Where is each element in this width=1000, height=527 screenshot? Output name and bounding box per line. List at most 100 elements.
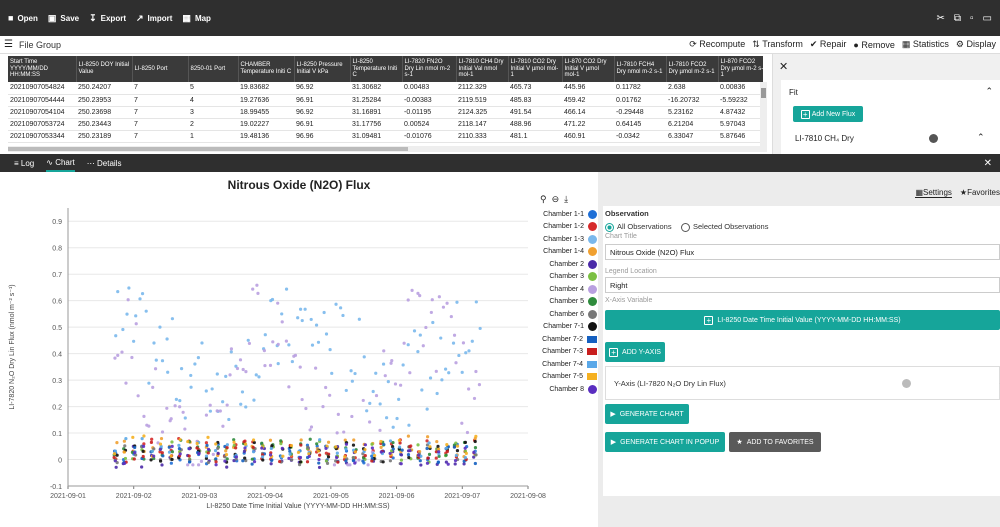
x-axis-variable-button[interactable]: + LI-8250 Date Time Initial Value (YYYY-M…	[605, 310, 1000, 330]
close-icon[interactable]: ✕	[984, 158, 1000, 169]
column-header[interactable]: LI-870 FCO2 Dry µmol m-2 s-1	[718, 56, 763, 82]
column-header[interactable]: LI-8250 Port	[132, 56, 189, 82]
legend-item[interactable]: Chamber 2	[525, 258, 597, 271]
remove-y-axis-icon[interactable]	[902, 379, 911, 388]
search-icon[interactable]: ⚲	[540, 194, 547, 205]
table-cell: 0.64145	[614, 118, 666, 131]
legend-item[interactable]: Chamber 7-3	[525, 346, 597, 359]
legend-item[interactable]: Chamber 7-5	[525, 371, 597, 384]
column-header[interactable]: LI-7820 FN2O Dry Lin nmol m-2 s-1	[402, 56, 457, 82]
save-button[interactable]: ▣ Save	[48, 13, 79, 24]
legend-item[interactable]: Chamber 1-4	[525, 246, 597, 259]
legend-item[interactable]: Chamber 5	[525, 296, 597, 309]
table-row[interactable]: 20210907053724 250.23443 7 2 19.02227 96.91 31…	[8, 118, 763, 131]
data-point	[161, 454, 165, 458]
data-point	[133, 445, 137, 450]
table-cell: -0.01076	[402, 130, 456, 143]
zoom-out-icon[interactable]: ⊖	[552, 194, 560, 205]
column-header[interactable]: 8250-01 Port	[188, 56, 239, 82]
column-header[interactable]: LI-8250 Temperature Initi C	[350, 56, 403, 82]
legend-location-select[interactable]: Right	[605, 277, 1000, 293]
copy-icon[interactable]: ⧉	[954, 13, 961, 24]
paste-icon[interactable]: ▫	[970, 13, 974, 24]
data-point	[179, 367, 184, 371]
trash-icon[interactable]: ▭	[983, 13, 992, 24]
scatter-plot[interactable]: -0.1 0 0.1 0.2 0.3 0.4 0.5 0.6 0.7 0.8 0.9 2021-09-…	[0, 172, 598, 527]
display-button[interactable]: ⚙ Display	[956, 39, 996, 50]
legend-item[interactable]: Chamber 3	[525, 271, 597, 284]
legend-item[interactable]: Chamber 6	[525, 308, 597, 321]
close-icon[interactable]: ✕	[779, 60, 788, 73]
data-point	[370, 442, 374, 446]
chart-title-input[interactable]: Nitrous Oxide (N2O) Flux	[605, 244, 1000, 260]
column-header[interactable]: LI-7810 CO2 Dry Initial V µmol mol-1	[508, 56, 563, 82]
column-header[interactable]: CHAMBER Temperature Initi C	[238, 56, 295, 82]
data-point	[310, 343, 315, 347]
legend-item[interactable]: Chamber 4	[525, 283, 597, 296]
table-cell: 7	[132, 82, 188, 95]
column-header[interactable]: Start Time YYYY/MM/DD HH:MM:SS	[8, 56, 77, 82]
data-point	[353, 450, 357, 454]
remove-flux-icon[interactable]	[929, 134, 938, 143]
tab-log[interactable]: ≡ Log	[14, 154, 34, 172]
transform-button[interactable]: ⇅ Transform	[752, 39, 803, 50]
table-horizontal-scrollbar[interactable]	[8, 146, 763, 152]
table-cell: 19.48136	[238, 130, 294, 143]
legend-item[interactable]: Chamber 7-2	[525, 333, 597, 346]
table-cell: 20210907053344	[8, 130, 76, 143]
table-row[interactable]: 20210907054824 250.24207 7 5 19.83682 96.92 31…	[8, 82, 763, 95]
column-header[interactable]: LI-8250 Pressure Initial V kPa	[294, 56, 351, 82]
add-to-favorites-button[interactable]: ★ ADD TO FAVORITES	[729, 432, 821, 452]
repair-button[interactable]: ✔ Repair	[810, 39, 847, 50]
selected-observations-radio[interactable]: Selected Observations	[681, 222, 768, 232]
export-button[interactable]: ↧ Export	[89, 13, 126, 24]
data-point	[140, 292, 145, 296]
tab-favorites[interactable]: ★Favorites	[960, 188, 1000, 198]
column-header[interactable]: LI-7810 FCH4 Dry nmol m-2 s-1	[614, 56, 667, 82]
table-row[interactable]: 20210907053344 250.23189 7 1 19.48136 96.96 31…	[8, 130, 763, 143]
table-row[interactable]: 20210907054104 250.23698 7 3 18.99455 96.92 31…	[8, 106, 763, 119]
map-button[interactable]: ▦ Map	[182, 13, 211, 24]
column-header[interactable]: LI-7810 CH4 Dry Initial Val nmol mol-1	[456, 56, 509, 82]
column-header[interactable]: LI-870 CO2 Dry Initial V µmol mol-1	[562, 56, 615, 82]
legend-item[interactable]: Chamber 7-1	[525, 321, 597, 334]
data-point	[379, 450, 383, 454]
flux-item-label[interactable]: LI-7810 CH₄ Dry	[795, 134, 854, 143]
legend-item[interactable]: Chamber 8	[525, 383, 597, 396]
menu-icon[interactable]: ☰	[4, 39, 13, 50]
table-vertical-scrollbar[interactable]	[760, 82, 767, 152]
legend-item[interactable]: Chamber 1-2	[525, 221, 597, 234]
table-row[interactable]: 20210907054444 250.23953 7 4 19.27636 96.91 31…	[8, 94, 763, 107]
data-point	[365, 409, 369, 413]
chevron-up-icon[interactable]: ⌃	[985, 86, 993, 97]
all-observations-radio[interactable]: All Observations	[605, 222, 672, 232]
legend-item[interactable]: Chamber 1-3	[525, 233, 597, 246]
tab-settings[interactable]: ▦Settings	[915, 188, 952, 198]
data-point	[229, 350, 233, 354]
cut-icon[interactable]: ✂	[936, 13, 944, 24]
tab-details[interactable]: ⋯ Details	[87, 154, 122, 172]
legend-item[interactable]: Chamber 7-4	[525, 358, 597, 371]
import-button[interactable]: ↗ Import	[136, 13, 172, 24]
add-new-flux-button[interactable]: + Add New Flux	[793, 106, 863, 122]
generate-chart-popup-button[interactable]: ▶ GENERATE CHART IN POPUP	[605, 432, 725, 452]
statistics-button[interactable]: ▦ Statistics	[902, 39, 949, 50]
legend-item[interactable]: Chamber 1-1	[525, 208, 597, 221]
data-point	[357, 458, 361, 462]
legend-swatch	[587, 360, 597, 368]
data-point	[361, 398, 365, 403]
generate-chart-button[interactable]: ▶ GENERATE CHART	[605, 404, 689, 424]
open-button[interactable]: ■ Open	[8, 13, 38, 23]
data-point	[437, 295, 441, 299]
tab-chart[interactable]: ∿ Chart	[46, 154, 75, 172]
remove-button[interactable]: ● Remove	[853, 40, 894, 50]
data-point	[130, 355, 134, 360]
data-point	[151, 385, 155, 389]
download-icon[interactable]: ⤓	[564, 194, 568, 205]
data-point	[467, 349, 471, 353]
add-y-axis-button[interactable]: + ADD Y-AXIS	[605, 342, 665, 362]
column-header[interactable]: LI-7810 FCO2 Dry µmol m-2 s-1	[666, 56, 719, 82]
column-header[interactable]: LI-8250 DOY Initial Value	[76, 56, 133, 82]
chevron-up-icon[interactable]: ⌃	[977, 132, 985, 143]
recompute-button[interactable]: ⟳ Recompute	[689, 39, 745, 50]
